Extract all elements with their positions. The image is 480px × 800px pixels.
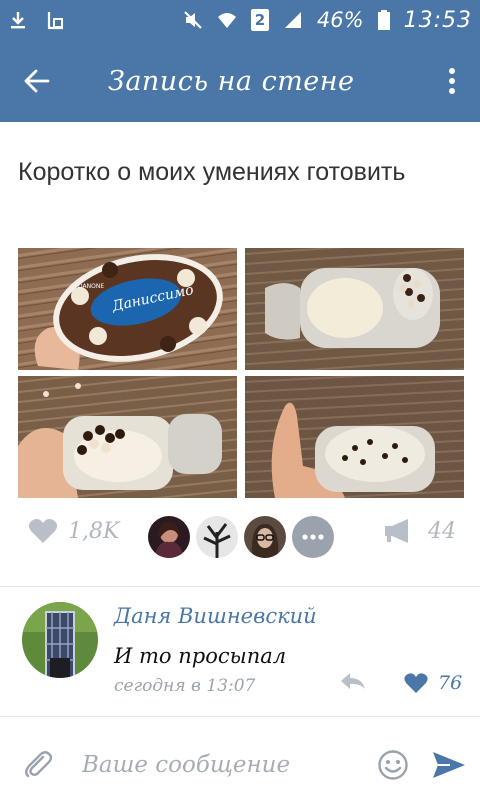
more-options-button[interactable] <box>424 40 480 122</box>
page-title: Запись на стене <box>108 65 355 97</box>
battery-icon <box>377 10 390 30</box>
yogurt-package-photo[interactable]: Даниссимо DANONE <box>18 248 237 370</box>
status-bar: 2 46% 13:53 <box>0 0 480 40</box>
send-button[interactable] <box>417 730 480 800</box>
arrow-left-icon <box>24 69 50 93</box>
heart-icon <box>404 672 428 693</box>
comment-likes-count: 76 <box>438 672 463 694</box>
more-likers-button[interactable] <box>292 516 334 558</box>
shares-count: 44 <box>428 518 456 544</box>
message-input[interactable] <box>75 752 368 778</box>
comment-author-avatar[interactable] <box>22 602 98 678</box>
comment-text: И то просыпал <box>114 644 287 668</box>
back-button[interactable] <box>0 40 74 122</box>
mixed-yogurt-photo[interactable] <box>245 376 464 498</box>
share-button[interactable]: 44 <box>384 518 456 544</box>
battery-percent: 46% <box>316 8 364 32</box>
post-text: Коротко о моих умениях готовить <box>18 158 406 186</box>
attach-button[interactable] <box>0 730 76 800</box>
comment-author-name[interactable]: Даня Вишневский <box>114 604 317 628</box>
liked-by-avatars[interactable] <box>148 516 334 558</box>
photo-grid: Даниссимо DANONE <box>18 248 464 498</box>
toolbar: Запись на стене <box>0 40 480 122</box>
spilled-chocolate-balls-photo[interactable] <box>18 376 237 498</box>
comment: Даня Вишневский И то просыпал сегодня в … <box>0 596 480 714</box>
more-vertical-icon <box>449 68 455 94</box>
download-icon <box>8 10 28 30</box>
smile-icon <box>377 750 408 780</box>
paperclip-icon <box>25 751 53 778</box>
emoji-button[interactable] <box>368 730 417 800</box>
avatar <box>148 516 190 558</box>
comment-timestamp: сегодня в 13:07 <box>114 676 256 696</box>
heart-icon <box>28 519 58 543</box>
sim-icon: 2 <box>250 9 269 31</box>
message-composer <box>0 730 480 800</box>
mute-icon <box>183 10 203 30</box>
like-button[interactable]: 1,8K <box>28 518 119 544</box>
avatar <box>244 516 286 558</box>
divider <box>0 586 480 587</box>
wifi-icon <box>217 10 237 30</box>
open-yogurt-cup-photo[interactable] <box>245 248 464 370</box>
reply-button[interactable] <box>340 672 366 694</box>
send-icon <box>432 752 465 778</box>
likes-count: 1,8K <box>68 518 120 544</box>
signal-icon <box>283 10 303 30</box>
photo-icon <box>46 10 66 30</box>
reply-icon <box>341 673 365 689</box>
comment-like-button[interactable]: 76 <box>404 672 462 694</box>
avatar <box>196 516 238 558</box>
package-label-text: DANONE <box>78 283 104 290</box>
more-horizontal-icon <box>302 534 324 540</box>
post-actions: 1,8K 44 <box>0 512 480 564</box>
divider <box>0 716 480 717</box>
clock: 13:53 <box>403 7 472 33</box>
megaphone-icon <box>385 519 408 543</box>
